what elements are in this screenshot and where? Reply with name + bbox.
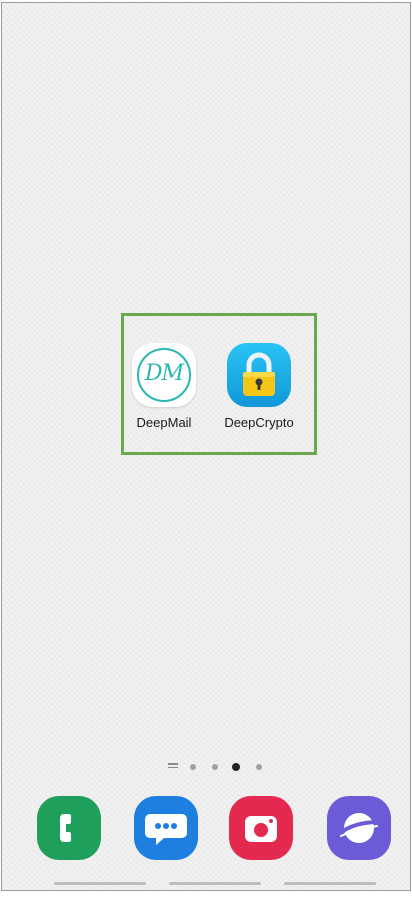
home-screen: DM DeepMail DeepCrypto xyxy=(1,2,411,891)
internet-app-icon[interactable] xyxy=(327,796,391,860)
camera-app-icon[interactable] xyxy=(229,796,293,860)
planet-icon xyxy=(337,813,381,843)
chat-bubble-icon xyxy=(145,814,187,845)
phone-icon xyxy=(60,814,71,842)
app-label-deepmail: DeepMail xyxy=(136,415,192,430)
page-indicator-home-icon xyxy=(168,763,178,769)
page-indicator[interactable] xyxy=(168,760,268,774)
deepmail-icon: DM xyxy=(132,343,196,407)
nav-recents-button[interactable] xyxy=(54,882,146,885)
deepmail-monogram: DM xyxy=(144,361,184,386)
page-dot xyxy=(190,764,196,770)
phone-app-icon[interactable] xyxy=(37,796,101,860)
padlock-icon xyxy=(227,343,291,407)
page-dot xyxy=(212,764,218,770)
app-deepmail[interactable]: DM DeepMail xyxy=(119,343,209,430)
messages-app-icon[interactable] xyxy=(134,796,198,860)
page-dot-active xyxy=(232,763,240,771)
camera-icon xyxy=(245,816,277,842)
nav-back-button[interactable] xyxy=(284,882,376,885)
nav-home-button[interactable] xyxy=(169,882,261,885)
app-label-deepcrypto: DeepCrypto xyxy=(224,415,294,430)
app-deepcrypto[interactable]: DeepCrypto xyxy=(214,343,304,430)
page-dot xyxy=(256,764,262,770)
